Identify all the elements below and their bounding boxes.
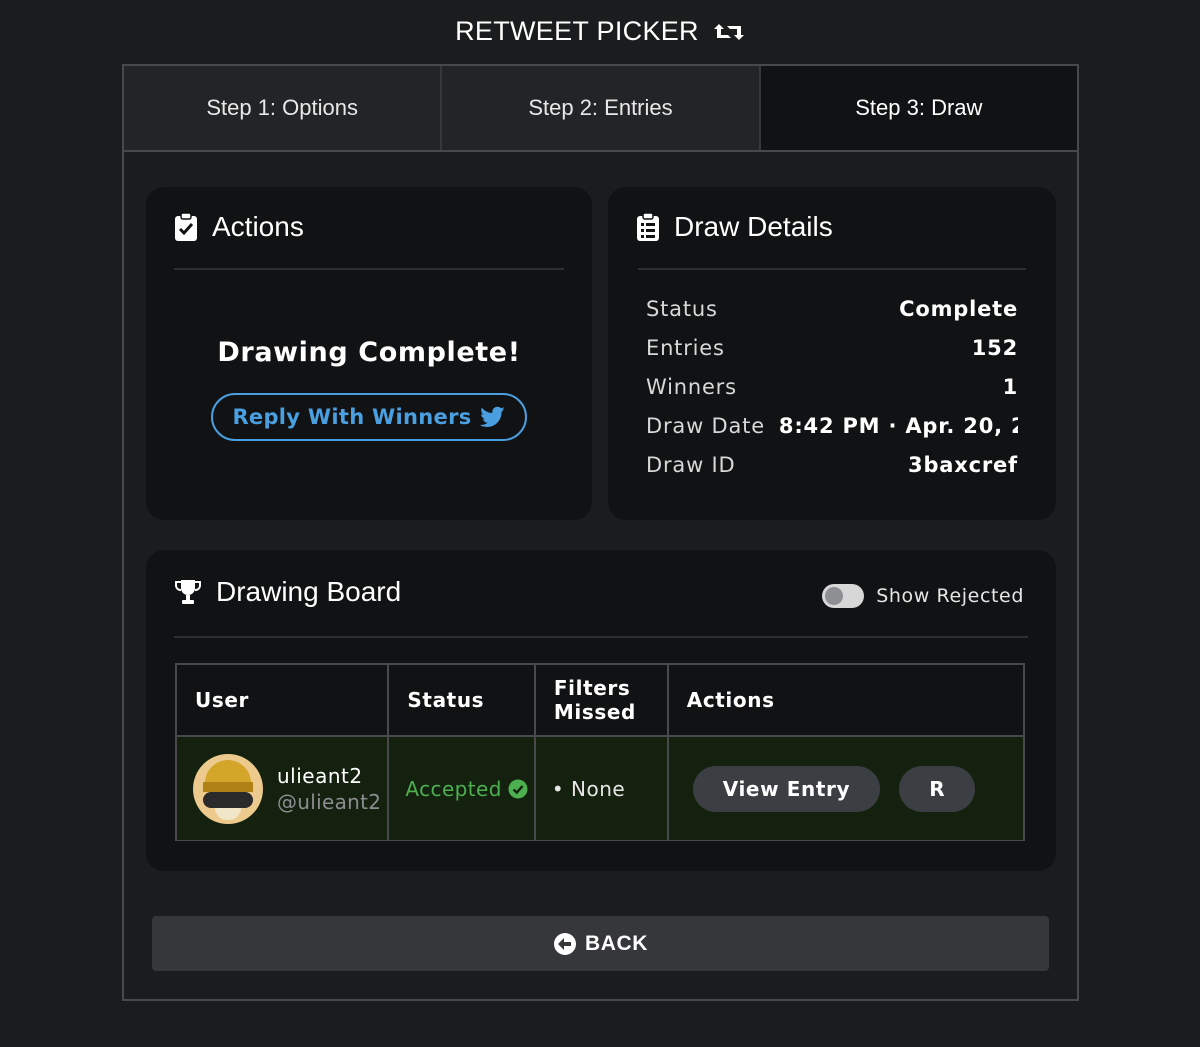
status-badge: Accepted [389, 777, 533, 801]
actions-divider [174, 268, 564, 270]
user-handle: @ulieant2 [277, 789, 382, 814]
table-header-row: User Status Filters Missed Actions [175, 663, 1025, 737]
detail-row-status: Status Complete [646, 297, 1018, 336]
detail-value: 1 [1002, 375, 1018, 399]
show-rejected-label: Show Rejected [876, 585, 1024, 607]
detail-row-draw-id: Draw ID 3baxcref [646, 453, 1018, 492]
detail-label: Draw Date [646, 414, 765, 438]
actions-cell: View Entry R [666, 735, 1025, 841]
back-button-label: BACK [584, 931, 649, 955]
tab-step-1-options[interactable]: Step 1: Options [124, 66, 443, 150]
drawing-board-title: Drawing Board [174, 576, 401, 608]
app-title: RETWEET PICKER [0, 16, 1200, 47]
secondary-action-button[interactable]: R [899, 765, 976, 812]
status-cell: Accepted [387, 735, 536, 841]
retweet-icon [713, 23, 744, 40]
show-rejected-control: Show Rejected [822, 584, 1024, 608]
entries-table-scroll[interactable]: User Status Filters Missed Actions uliea… [175, 663, 1025, 841]
detail-value: 152 [971, 336, 1018, 360]
clipboard-list-icon [637, 212, 659, 241]
reply-with-winners-button[interactable]: Reply With Winners [211, 393, 527, 441]
arrow-circle-left-icon [553, 932, 576, 955]
detail-row-entries: Entries 152 [646, 336, 1018, 375]
table-row: ulieant2 @ulieant2 Accepted • None View … [175, 735, 1025, 841]
actions-card-heading: Actions [212, 211, 304, 242]
user-cell: ulieant2 @ulieant2 [175, 735, 390, 841]
draw-details-card: Draw Details Status Complete Entries 152… [608, 187, 1056, 520]
twitter-bird-icon [479, 406, 505, 427]
drawing-board-heading: Drawing Board [216, 576, 402, 607]
board-divider [174, 636, 1028, 638]
detail-label: Draw ID [646, 453, 736, 477]
detail-label: Status [646, 297, 718, 321]
filters-missed-text: • None [551, 776, 626, 801]
entries-table: User Status Filters Missed Actions uliea… [175, 663, 1025, 841]
toggle-knob [825, 587, 844, 605]
detail-label: Entries [646, 336, 725, 360]
avatar [193, 753, 263, 824]
detail-value: Complete [899, 297, 1018, 321]
show-rejected-toggle[interactable] [822, 584, 865, 608]
drawing-complete-message: Drawing Complete! [217, 337, 521, 368]
step-tabs: Step 1: Options Step 2: Entries Step 3: … [124, 66, 1077, 152]
detail-value: 8:42 PM · Apr. 20, 2 [778, 414, 1018, 438]
detail-row-winners: Winners 1 [646, 375, 1018, 414]
detail-value: 3baxcref [908, 453, 1018, 477]
column-header-status: Status [387, 663, 536, 737]
filters-missed-cell: • None [533, 735, 669, 841]
view-entry-button[interactable]: View Entry [692, 765, 881, 812]
details-divider [638, 268, 1026, 270]
tab-step-3-draw[interactable]: Step 3: Draw [760, 66, 1077, 150]
draw-details-heading: Draw Details [674, 211, 833, 242]
column-header-actions: Actions [666, 663, 1025, 737]
draw-details-list: Status Complete Entries 152 Winners 1 Dr… [646, 297, 1018, 492]
clipboard-check-icon [175, 212, 197, 241]
user-name: ulieant2 [277, 763, 363, 788]
actions-card: Actions Drawing Complete! Reply With Win… [146, 187, 592, 520]
drawing-board-card: Drawing Board Show Rejected User Status … [146, 550, 1056, 871]
detail-row-draw-date: Draw Date 8:42 PM · Apr. 20, 2 [646, 414, 1018, 453]
column-header-filters-missed: Filters Missed [533, 663, 669, 737]
tab-step-2-entries[interactable]: Step 2: Entries [442, 66, 761, 150]
status-text: Accepted [405, 776, 502, 801]
reply-button-label: Reply With Winners [232, 405, 472, 429]
back-button[interactable]: BACK [152, 916, 1049, 971]
draw-details-title: Draw Details [636, 211, 833, 243]
actions-card-title: Actions [174, 211, 304, 243]
trophy-icon [175, 580, 201, 604]
column-header-user: User [175, 663, 390, 737]
detail-label: Winners [646, 375, 737, 399]
app-title-text: RETWEET PICKER [455, 16, 699, 46]
check-circle-icon [508, 779, 528, 798]
